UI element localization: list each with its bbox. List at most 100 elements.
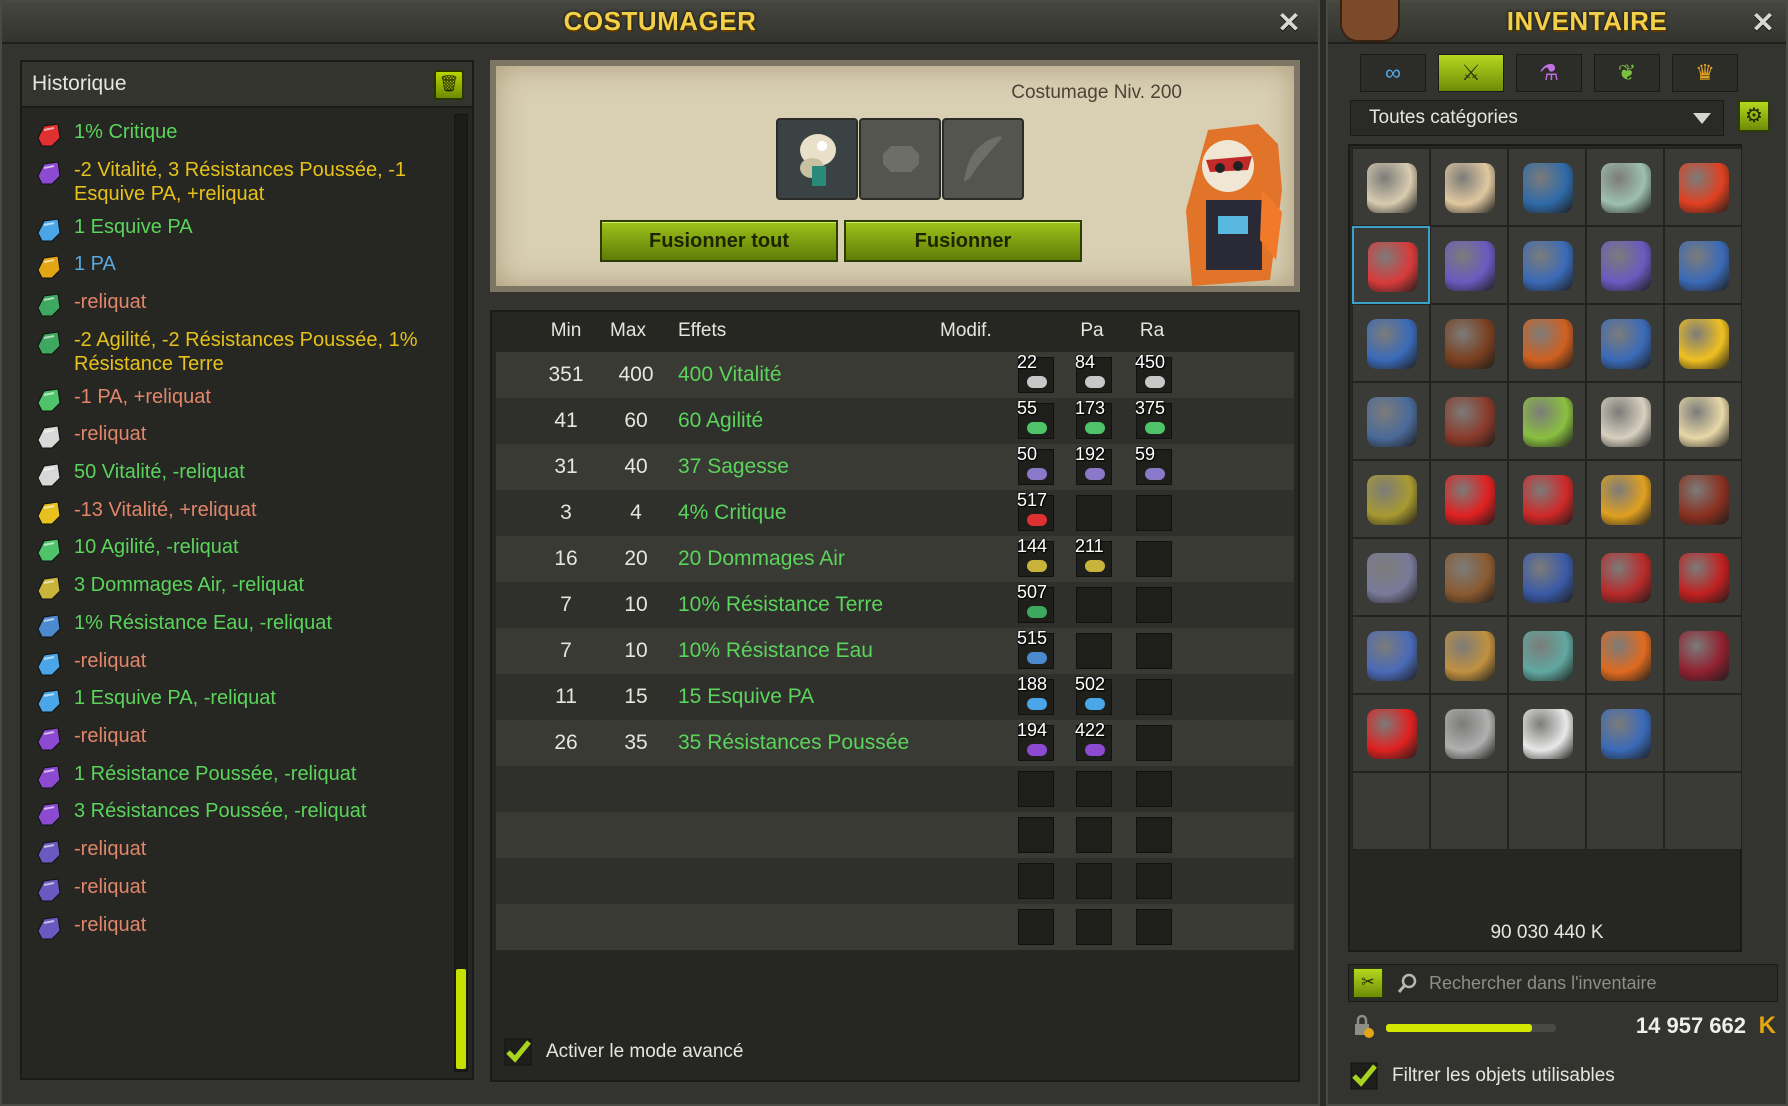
search-input[interactable] (1429, 965, 1769, 1001)
inventory-slot[interactable] (1586, 460, 1664, 538)
rune-slot[interactable]: 188 (1017, 674, 1054, 715)
inventory-slot[interactable] (1352, 772, 1430, 850)
inventory-slot[interactable] (1352, 226, 1430, 304)
inventory-slot[interactable] (1664, 694, 1742, 772)
rune-slot[interactable] (1076, 587, 1112, 623)
rune-slot[interactable] (1076, 495, 1112, 531)
inventory-slot[interactable] (1430, 460, 1508, 538)
tools-icon[interactable]: ✂ (1353, 968, 1383, 998)
inventory-slot[interactable] (1508, 694, 1586, 772)
inventory-slot[interactable] (1508, 538, 1586, 616)
fuse-button[interactable]: Fusionner (844, 220, 1082, 262)
rune-slot[interactable] (1136, 909, 1172, 945)
inventory-slot[interactable] (1664, 226, 1742, 304)
rune-slot[interactable]: 194 (1017, 720, 1054, 761)
rune-slot[interactable] (1136, 495, 1172, 531)
fuse-all-button[interactable]: Fusionner tout (600, 220, 838, 262)
inventory-slot[interactable] (1430, 148, 1508, 226)
inventory-slot[interactable] (1352, 694, 1430, 772)
rune-slot[interactable] (1136, 863, 1172, 899)
inventory-slot[interactable] (1586, 538, 1664, 616)
rune-slot[interactable] (1136, 541, 1172, 577)
crown-icon[interactable]: ♛ (1672, 54, 1738, 92)
inventory-slot[interactable] (1508, 616, 1586, 694)
inventory-slot[interactable] (1508, 382, 1586, 460)
inventory-slot[interactable] (1664, 616, 1742, 694)
inventory-slot[interactable] (1430, 694, 1508, 772)
inventory-slot[interactable] (1586, 616, 1664, 694)
costume-item-slot[interactable] (776, 118, 858, 200)
rune-slot[interactable] (1136, 725, 1172, 761)
rune-slot[interactable] (1136, 817, 1172, 853)
inventory-slot[interactable] (1586, 148, 1664, 226)
inventory-slot[interactable] (1430, 382, 1508, 460)
rune-slot[interactable]: 22 (1017, 352, 1054, 393)
rune-slot[interactable]: 450 (1135, 352, 1172, 393)
category-dropdown[interactable]: Toutes catégories (1350, 100, 1724, 136)
rune-slot[interactable]: 517 (1017, 490, 1054, 531)
rune-slot[interactable] (1076, 771, 1112, 807)
inventory-slot[interactable] (1430, 304, 1508, 382)
advanced-mode-toggle[interactable]: Activer le mode avancé (504, 1038, 744, 1066)
inventory-slot[interactable] (1508, 772, 1586, 850)
rune-slot[interactable]: 55 (1017, 398, 1054, 439)
scroll-thumb[interactable] (456, 969, 466, 1069)
inventory-slot[interactable] (1508, 148, 1586, 226)
inventory-slot[interactable] (1352, 304, 1430, 382)
inventory-slot[interactable] (1664, 304, 1742, 382)
rune-slot[interactable] (1018, 863, 1054, 899)
inventory-slot[interactable] (1430, 772, 1508, 850)
rune-slot[interactable] (1136, 633, 1172, 669)
inventory-slot[interactable] (1664, 148, 1742, 226)
rune-slot[interactable] (1018, 909, 1054, 945)
inventory-slot[interactable] (1352, 148, 1430, 226)
leaf-icon[interactable]: ❦ (1594, 54, 1660, 92)
history-scrollbar[interactable] (454, 114, 468, 1072)
inventory-slot[interactable] (1508, 226, 1586, 304)
trash-icon[interactable]: 🗑 (434, 70, 464, 100)
rune-slot[interactable] (1136, 679, 1172, 715)
inventory-slot[interactable] (1664, 382, 1742, 460)
inventory-slot[interactable] (1586, 694, 1664, 772)
rune-slot[interactable]: 515 (1017, 628, 1054, 669)
rune-slot[interactable]: 50 (1017, 444, 1054, 485)
inventory-slot[interactable] (1430, 226, 1508, 304)
infinity-icon[interactable]: ∞ (1360, 54, 1426, 92)
rune-slot[interactable]: 507 (1017, 582, 1054, 623)
close-icon[interactable]: ✕ (1748, 8, 1778, 38)
inventory-slot[interactable] (1586, 304, 1664, 382)
rune-slot[interactable] (859, 118, 941, 200)
feather-slot[interactable] (942, 118, 1024, 200)
rune-slot[interactable] (1076, 863, 1112, 899)
inventory-slot[interactable] (1586, 226, 1664, 304)
rune-slot[interactable]: 211 (1075, 536, 1112, 577)
rune-slot[interactable] (1136, 587, 1172, 623)
rune-slot[interactable]: 422 (1075, 720, 1112, 761)
rune-slot[interactable]: 502 (1075, 674, 1112, 715)
inventory-slot[interactable] (1430, 538, 1508, 616)
inventory-slot[interactable] (1352, 616, 1430, 694)
potion-icon[interactable]: ⚗ (1516, 54, 1582, 92)
checkmark-icon[interactable] (504, 1038, 532, 1066)
rune-slot[interactable]: 375 (1135, 398, 1172, 439)
rune-slot[interactable] (1136, 771, 1172, 807)
inventory-slot[interactable] (1586, 382, 1664, 460)
rune-slot[interactable] (1076, 817, 1112, 853)
rune-slot[interactable]: 84 (1075, 352, 1112, 393)
lock-icon[interactable] (1352, 1014, 1376, 1038)
sword-icon[interactable]: ⚔ (1438, 54, 1504, 92)
inventory-slot[interactable] (1508, 460, 1586, 538)
rune-slot[interactable] (1018, 817, 1054, 853)
inventory-slot[interactable] (1430, 616, 1508, 694)
rune-slot[interactable]: 144 (1017, 536, 1054, 577)
usable-filter-toggle[interactable]: Filtrer les objets utilisables (1350, 1062, 1615, 1090)
gear-icon[interactable]: ⚙ (1738, 100, 1770, 132)
inventory-slot[interactable] (1352, 460, 1430, 538)
inventory-slot[interactable] (1664, 772, 1742, 850)
rune-slot[interactable] (1018, 771, 1054, 807)
inventory-slot[interactable] (1586, 772, 1664, 850)
inventory-slot[interactable] (1352, 382, 1430, 460)
rune-slot[interactable]: 59 (1135, 444, 1172, 485)
rune-slot[interactable] (1076, 909, 1112, 945)
rune-slot[interactable]: 192 (1075, 444, 1112, 485)
